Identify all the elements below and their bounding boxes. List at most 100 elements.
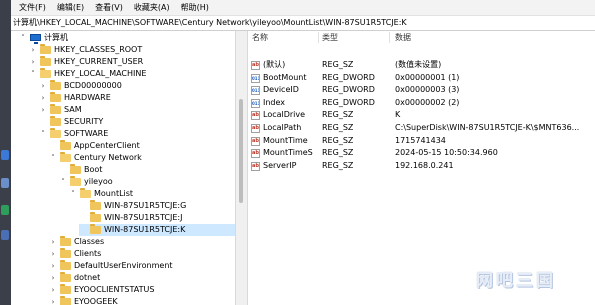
value-name: Index — [263, 97, 286, 107]
value-row[interactable]: ab LocalDrive REG_SZ K — [248, 109, 595, 122]
tree-node[interactable]: › HKEY_CURRENT_USER — [29, 56, 235, 68]
address-bar[interactable]: 计算机\HKEY_LOCAL_MACHINE\SOFTWARE\Century … — [11, 15, 595, 31]
folder-icon — [40, 56, 51, 66]
tree-node[interactable]: WIN-87SU1R5TCJE:J — [79, 212, 235, 224]
value-row[interactable]: 011 BootMount REG_DWORD 0x00000001 (1) — [248, 72, 595, 85]
app-icon[interactable] — [1, 230, 9, 240]
tree-node[interactable]: › HKEY_CLASSES_ROOT — [29, 44, 235, 56]
chevron-down-icon[interactable]: ˅ — [28, 68, 38, 80]
tree-node-label: DefaultUserEnvironment — [74, 261, 173, 270]
chevron-right-icon[interactable]: › — [48, 236, 58, 248]
chevron-down-icon[interactable]: ˅ — [18, 32, 28, 44]
dword-value-icon: 011 — [251, 86, 260, 96]
folder-icon — [60, 296, 71, 305]
tree-node[interactable]: WIN-87SU1R5TCJE:K — [79, 224, 235, 236]
tree-node[interactable]: › dotnet — [49, 272, 235, 284]
string-value-icon: ab — [251, 161, 260, 171]
chevron-right-icon[interactable]: › — [38, 104, 48, 116]
tree-node[interactable]: › EYOOGEEK — [49, 296, 235, 305]
app-icon[interactable] — [1, 150, 9, 160]
folder-icon — [60, 236, 71, 246]
menu-favorites[interactable]: 收藏夹(A) — [131, 0, 173, 15]
menu-help[interactable]: 帮助(H) — [178, 0, 212, 15]
chevron-down-icon[interactable]: ˅ — [58, 176, 68, 188]
tree-node-label: 计算机 — [44, 33, 68, 42]
tree-node[interactable]: › DefaultUserEnvironment — [49, 260, 235, 272]
value-name: LocalPath — [263, 123, 302, 132]
column-header-name[interactable]: 名称 — [252, 31, 268, 44]
value-type: REG_DWORD — [322, 97, 375, 107]
tree-node[interactable]: ˅ Century Network — [49, 152, 235, 164]
chevron-down-icon[interactable]: ˅ — [38, 128, 48, 140]
chevron-right-icon[interactable]: › — [48, 296, 58, 305]
folder-icon — [60, 260, 71, 270]
value-row[interactable]: ab (默认) REG_SZ (数值未设置) — [248, 59, 595, 72]
tree-node-label: EYOOGEEK — [74, 297, 118, 305]
column-header-type[interactable]: 类型 — [322, 31, 338, 44]
tree-node-label: Classes — [74, 237, 105, 246]
chevron-right-icon[interactable]: › — [48, 248, 58, 260]
folder-icon — [60, 272, 71, 282]
value-data: K — [395, 110, 401, 120]
tree-node[interactable]: › SAM — [39, 104, 235, 116]
folder-icon — [70, 164, 81, 174]
menu-edit[interactable]: 编辑(E) — [54, 0, 87, 15]
tree-node-label: HKEY_LOCAL_MACHINE — [54, 69, 147, 78]
value-row[interactable]: ab LocalPath REG_SZ C:\SuperDisk\WIN-87SU1R… — [248, 122, 595, 135]
tree-node[interactable]: › EYOOCLIENTSTATUS — [49, 284, 235, 296]
tree-node[interactable]: › BCD00000000 — [39, 80, 235, 92]
value-name: LocalDrive — [263, 110, 306, 120]
tree-node-label: HARDWARE — [64, 93, 111, 102]
tree-node[interactable]: ˅ HKEY_LOCAL_MACHINE — [29, 68, 235, 80]
value-type: REG_SZ — [322, 60, 354, 69]
chevron-right-icon[interactable]: › — [48, 272, 58, 284]
tree-node[interactable]: AppCenterClient — [49, 140, 235, 152]
scrollbar-thumb[interactable] — [239, 99, 243, 203]
value-name: ServerIP — [263, 160, 297, 170]
app-icon[interactable] — [1, 205, 9, 215]
chevron-right-icon[interactable]: › — [38, 92, 48, 104]
value-row[interactable]: ab MountTimeS REG_SZ 2024-05-15 10:50:34.96… — [248, 147, 595, 160]
value-row[interactable]: ab ServerIP REG_SZ 192.168.0.241 — [248, 160, 595, 173]
menu-file[interactable]: 文件(F) — [16, 0, 49, 15]
chevron-down-icon[interactable]: ˅ — [68, 188, 78, 200]
tree-node[interactable]: › HARDWARE — [39, 92, 235, 104]
value-row[interactable]: 011 Index REG_DWORD 0x00000002 (2) — [248, 97, 595, 110]
tree-node-label: dotnet — [74, 273, 101, 282]
folder-icon — [50, 116, 61, 126]
column-divider[interactable] — [389, 32, 390, 43]
folder-icon — [40, 44, 51, 54]
folder-icon — [50, 92, 61, 102]
chevron-down-icon[interactable]: ˅ — [48, 152, 58, 164]
chevron-right-icon[interactable]: › — [48, 260, 58, 272]
value-name: DeviceID — [263, 85, 299, 95]
value-row[interactable]: 011 DeviceID REG_DWORD 0x00000003 (3) — [248, 84, 595, 97]
tree-node[interactable]: ˅ MountList — [69, 188, 235, 200]
tree-scrollbar[interactable] — [235, 31, 248, 305]
tree-node[interactable]: ˅ SOFTWARE — [39, 128, 235, 140]
chevron-right-icon[interactable]: › — [28, 44, 38, 56]
value-row[interactable]: ab MountTime REG_SZ 1715741434 — [248, 135, 595, 148]
tree-node-label: HKEY_CLASSES_ROOT — [54, 45, 143, 54]
tree-node[interactable]: ˅ 计算机 — [19, 32, 235, 44]
value-type: REG_DWORD — [322, 85, 375, 95]
tree-node[interactable]: ˅ yileyoo — [59, 176, 235, 188]
chevron-right-icon[interactable]: › — [28, 56, 38, 68]
tree-node[interactable]: WIN-87SU1R5TCJE:G — [79, 200, 235, 212]
menu-view[interactable]: 查看(V) — [92, 0, 126, 15]
column-header-data[interactable]: 数据 — [395, 31, 411, 44]
column-divider[interactable] — [318, 32, 319, 43]
tree-node-label: yileyoo — [84, 177, 113, 186]
app-icon[interactable] — [1, 178, 9, 188]
tree-node[interactable]: Boot — [59, 164, 235, 176]
value-name: MountTimeS — [263, 148, 313, 158]
tree-node-label: Boot — [84, 165, 103, 174]
chevron-right-icon[interactable]: › — [38, 80, 48, 92]
tree-node[interactable]: › Clients — [49, 248, 235, 260]
tree-node[interactable]: SECURITY — [39, 116, 235, 128]
folder-icon — [50, 104, 61, 114]
chevron-right-icon[interactable]: › — [48, 284, 58, 296]
tree-node[interactable]: › Classes — [49, 236, 235, 248]
folder-icon — [60, 248, 71, 258]
folder-open-icon — [80, 188, 91, 198]
